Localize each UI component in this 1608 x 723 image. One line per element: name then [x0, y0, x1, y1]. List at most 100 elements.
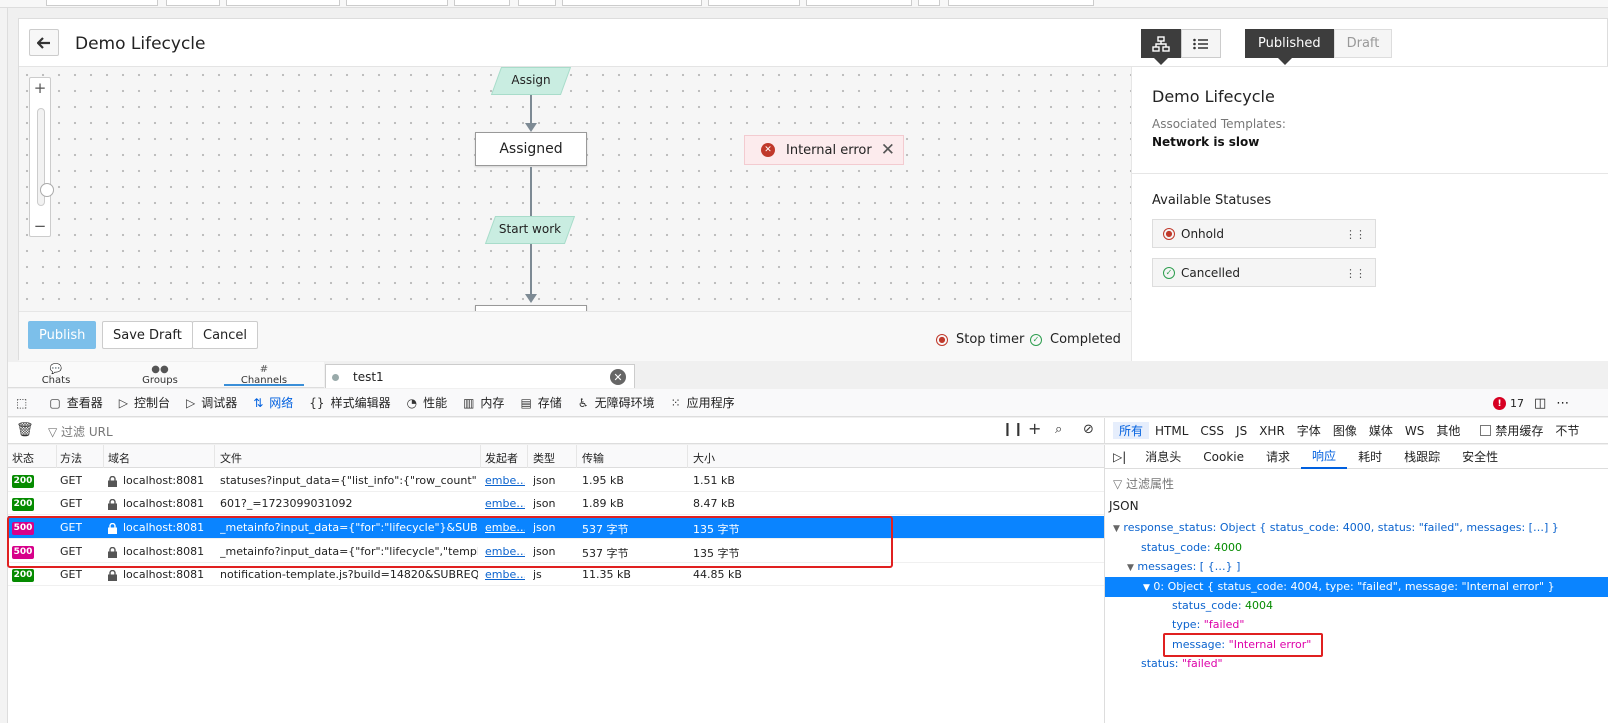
- cell-initiator[interactable]: embe…: [485, 568, 525, 581]
- plus-icon[interactable]: +: [1028, 419, 1041, 438]
- json-row[interactable]: status_code: 4004: [1105, 596, 1608, 616]
- tab-chats[interactable]: 💬 Chats: [16, 364, 96, 386]
- expand-arrow-icon[interactable]: ▼: [1127, 563, 1134, 573]
- toolbar-control[interactable]: [708, 0, 800, 6]
- type-html[interactable]: HTML: [1149, 424, 1194, 438]
- error-count-badge[interactable]: ! 17 ◫ ⋯: [1493, 396, 1569, 411]
- table-row[interactable]: 200 GET localhost:8081 statuses?input_da…: [8, 469, 1104, 492]
- type-images[interactable]: 图像: [1327, 422, 1363, 439]
- dock-layout-icon[interactable]: ◫: [1534, 396, 1546, 411]
- tool-network[interactable]: ⇅ 网络: [245, 389, 301, 417]
- toolbar-control[interactable]: [562, 0, 702, 6]
- more-menu-icon[interactable]: ⋯: [1556, 396, 1569, 411]
- published-tab[interactable]: Published: [1245, 29, 1334, 58]
- type-js[interactable]: JS: [1230, 424, 1253, 438]
- workflow-canvas[interactable]: + − Assign Assigned Start work ✕ Interna…: [19, 67, 1131, 311]
- type-xhr[interactable]: XHR: [1253, 424, 1291, 438]
- toolbar-control[interactable]: [346, 0, 448, 6]
- tool-memory[interactable]: ▥ 内存: [455, 389, 512, 417]
- block-icon[interactable]: ⊘: [1083, 422, 1094, 437]
- tool-storage[interactable]: ▤ 存储: [512, 389, 569, 417]
- tab-groups[interactable]: ●● Groups: [120, 364, 200, 386]
- close-icon[interactable]: ✕: [881, 140, 895, 160]
- column-header[interactable]: 文件: [220, 450, 242, 466]
- json-row[interactable]: type: "failed": [1105, 615, 1608, 635]
- status-item-onhold[interactable]: ● Onhold ⋮⋮: [1152, 219, 1376, 248]
- column-separator[interactable]: [214, 445, 215, 468]
- column-header[interactable]: 类型: [533, 450, 555, 466]
- toolbar-control[interactable]: [806, 0, 912, 6]
- type-all[interactable]: 所有: [1113, 422, 1150, 439]
- url-filter-input[interactable]: ▽ 过滤 URL: [48, 423, 113, 440]
- type-other[interactable]: 其他: [1430, 422, 1466, 439]
- tool-console[interactable]: ▷ 控制台: [111, 389, 178, 417]
- cancel-button[interactable]: Cancel: [192, 321, 259, 349]
- toolbar-control[interactable]: [454, 0, 510, 6]
- column-separator[interactable]: [527, 445, 528, 468]
- expand-arrow-icon[interactable]: ▼: [1143, 583, 1150, 593]
- tab-timings[interactable]: 耗时: [1347, 445, 1393, 469]
- tool-inspector[interactable]: ▢ 查看器: [41, 389, 110, 417]
- zoom-slider-track[interactable]: [37, 108, 54, 206]
- tool-accessibility[interactable]: ♿ 无障碍环境: [570, 389, 663, 417]
- toolbar-control[interactable]: [518, 0, 556, 6]
- column-separator[interactable]: [480, 445, 481, 468]
- cell-initiator[interactable]: embe…: [485, 497, 525, 510]
- column-separator[interactable]: [687, 445, 688, 468]
- tab-stack-trace[interactable]: 栈跟踪: [1393, 445, 1451, 469]
- column-separator[interactable]: [103, 445, 104, 468]
- column-header[interactable]: 方法: [60, 450, 82, 466]
- json-row[interactable]: ▼ response_status: Object { status_code:…: [1105, 518, 1608, 538]
- column-header[interactable]: 域名: [108, 450, 130, 466]
- column-header[interactable]: 大小: [693, 450, 715, 466]
- tab-channels[interactable]: # Channels: [224, 364, 304, 386]
- graph-view-button[interactable]: [1141, 29, 1181, 58]
- cell-initiator[interactable]: embe…: [485, 474, 525, 487]
- tab-request[interactable]: 请求: [1255, 445, 1301, 469]
- tool-performance[interactable]: ◔ 性能: [399, 389, 456, 417]
- zoom-out-button[interactable]: −: [30, 216, 50, 236]
- type-fonts[interactable]: 字体: [1291, 422, 1327, 439]
- draft-tab[interactable]: Draft: [1333, 29, 1393, 58]
- status-item-cancelled[interactable]: ✓ Cancelled ⋮⋮: [1152, 258, 1376, 287]
- search-icon[interactable]: ⌕: [1055, 422, 1062, 437]
- column-header[interactable]: 状态: [12, 450, 34, 466]
- pause-icon[interactable]: ❙❙: [1002, 422, 1024, 437]
- column-header[interactable]: 发起者: [485, 450, 518, 466]
- type-ws[interactable]: WS: [1399, 424, 1430, 438]
- type-css[interactable]: CSS: [1194, 424, 1230, 438]
- expand-arrow-icon[interactable]: ▼: [1113, 524, 1120, 534]
- toolbar-control[interactable]: [226, 0, 340, 6]
- drag-handle-icon[interactable]: ⋮⋮: [1345, 228, 1366, 241]
- chat-window-tab[interactable]: test1 ✕: [325, 364, 635, 388]
- table-row[interactable]: 200 GET localhost:8081 601?_=17230990310…: [8, 492, 1104, 515]
- json-row-selected[interactable]: ▼ 0: Object { status_code: 4004, type: "…: [1105, 577, 1608, 597]
- property-filter-input[interactable]: ▽ 过滤属性: [1113, 475, 1174, 492]
- column-separator[interactable]: [576, 445, 577, 468]
- publish-button[interactable]: Publish: [28, 321, 97, 349]
- column-header[interactable]: 传输: [582, 450, 604, 466]
- json-row[interactable]: ▼ messages: [ {…} ]: [1105, 557, 1608, 577]
- list-view-button[interactable]: [1181, 29, 1221, 58]
- toolbar-control[interactable]: [46, 0, 158, 6]
- zoom-in-button[interactable]: +: [30, 78, 50, 98]
- json-row[interactable]: status_code: 4000: [1105, 538, 1608, 558]
- tab-headers[interactable]: 消息头: [1134, 445, 1192, 469]
- toolbar-control[interactable]: [918, 0, 940, 6]
- close-icon[interactable]: ✕: [610, 369, 626, 385]
- toggle-panel-icon[interactable]: ▷|: [1105, 445, 1134, 469]
- tab-cookies[interactable]: Cookie: [1192, 445, 1255, 469]
- toolbar-control[interactable]: [948, 0, 1094, 6]
- toolbar-control[interactable]: [166, 0, 220, 6]
- back-button[interactable]: [29, 29, 59, 56]
- save-draft-button[interactable]: Save Draft: [102, 321, 193, 349]
- column-separator[interactable]: [56, 445, 57, 468]
- state-node[interactable]: Assigned: [475, 132, 587, 166]
- tool-application[interactable]: ⁙ 应用程序: [663, 389, 743, 417]
- drag-handle-icon[interactable]: ⋮⋮: [1345, 267, 1366, 280]
- zoom-slider-handle[interactable]: [40, 183, 54, 197]
- tab-security[interactable]: 安全性: [1451, 445, 1509, 469]
- trash-icon[interactable]: 🗑: [16, 422, 34, 438]
- json-row[interactable]: status: "failed": [1105, 654, 1608, 674]
- type-media[interactable]: 媒体: [1363, 422, 1399, 439]
